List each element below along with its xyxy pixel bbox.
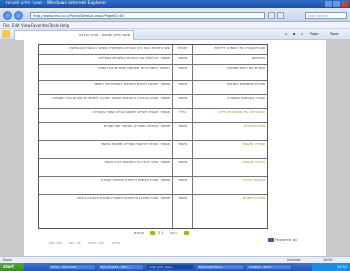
row-description: מסמך: הנחיות להקמת ספרייה מקוונת במוסד [39, 141, 173, 158]
next-arrow-icon[interactable] [184, 231, 189, 235]
table-row[interactable]: מסמך: הנחיות להכנת התוכנית השנתית של המו… [39, 81, 267, 95]
feeds-icon[interactable]: ▪ [293, 32, 295, 36]
page-menu[interactable]: Page [310, 32, 318, 36]
window-titlebar: מאגר מידע תוכניות - Windows Internet Exp… [0, 0, 350, 8]
table-row[interactable]: מסמך: מבנה קבוצות הלמידה ושיטות העבודה מ… [39, 177, 267, 195]
row-type: תוכנית [173, 45, 193, 54]
taskbar-item[interactable]: Inbox - Microsoft... [48, 264, 96, 270]
row-type: מאמר [173, 195, 193, 228]
home-icon[interactable]: ⌂ [285, 32, 287, 36]
row-title[interactable]: תוכנית המפגשים השנתית [193, 81, 267, 94]
row-title[interactable]: ספרייה מקוונת [193, 141, 267, 158]
stop-icon[interactable] [277, 12, 284, 19]
pager-next[interactable]: הבא [170, 231, 177, 235]
start-button[interactable]: start [0, 263, 24, 271]
menu-tools[interactable]: Tools [49, 23, 59, 28]
row-type: מאמר [173, 177, 193, 194]
status-text: Done [3, 258, 12, 262]
row-title[interactable]: הדרכה מקוונת [193, 159, 267, 176]
menu-help[interactable]: Help [60, 23, 69, 28]
row-title[interactable]: תוכנית עבודה על הצמדה לדיגיטל [193, 45, 267, 54]
footer-link-about[interactable]: אודות [112, 241, 120, 245]
row-title[interactable]: קשרים עם רשות מקומית [193, 65, 267, 80]
row-type: מאמר [173, 65, 193, 80]
row-title[interactable]: תוכנית ספרייה [193, 123, 267, 140]
row-description: שם התוכנית הבא היא חוברת המתמקדת בשלבי ה… [39, 45, 173, 54]
maximize-button[interactable] [333, 1, 340, 7]
tab-bar: מאגר מידע תוכניות – מרכז הדרכה ⌂ ▪ ▫ Pag… [0, 29, 350, 40]
taskbar-item[interactable]: untitled - Paint [246, 264, 292, 270]
tools-menu[interactable]: Tools [330, 32, 339, 36]
menu-bar: File Edit View Favorites Tools Help [0, 22, 350, 29]
address-input[interactable]: http://www.cms.co.il/Portal/Default.aspx… [30, 12, 265, 19]
row-title[interactable]: הצטיינות [193, 55, 267, 64]
pager-pages[interactable]: 1 2 [158, 231, 164, 235]
row-description: מסמך: שלבי ההדרכה המקוונת בבית הספר [39, 159, 173, 176]
row-type: כללי [173, 109, 193, 122]
search-input[interactable]: Live Search [305, 12, 347, 19]
table-row[interactable]: מסמך: הנחיות להקמת ספרייה מקוונת במוסד מ… [39, 141, 267, 159]
refresh-icon[interactable] [268, 12, 275, 19]
row-description: מסמך: הנחיות להכנת התוכנית השנתית של המו… [39, 81, 173, 94]
row-type: מאמר [173, 95, 193, 108]
table-row[interactable]: מסמך: מבנה תוכנית הלימודים השנתית ושיטות… [39, 195, 267, 228]
row-title[interactable]: אינטגרציה של טכנולוגיות מידע [193, 109, 267, 122]
row-type: מאמר [173, 55, 193, 64]
row-description: מסמך: מבנה העבודה בקבוצות ושיטות הערכה ל… [39, 95, 173, 108]
window-title: מאגר מידע תוכניות - Windows Internet Exp… [6, 1, 107, 6]
table-row[interactable]: רשימה ראשונית של מפגשים וקשרים עם רשויות… [39, 65, 267, 81]
browser-tab[interactable]: מאגר מידע תוכניות – מרכז הדרכה [14, 30, 134, 40]
print-icon[interactable]: ▫ [301, 32, 303, 36]
row-description: רשימה ראשונית של מפגשים וקשרים עם רשויות [39, 65, 173, 80]
powered-by[interactable]: Powered by [268, 237, 297, 242]
row-title[interactable]: קבוצות למידה [193, 177, 267, 194]
back-icon[interactable] [3, 11, 12, 20]
status-bar: Done Internet 100% [0, 256, 350, 263]
row-description: מסמך: תוכנית לשילוב תקשוב בבית הספר ובקה… [39, 109, 173, 122]
taskbar-item[interactable]: Document1 - Micr... [98, 264, 144, 270]
menu-edit[interactable]: Edit [12, 23, 20, 28]
favorites-star-icon[interactable] [2, 30, 10, 38]
prev-arrow-icon[interactable] [150, 231, 155, 235]
zone-label: Internet [287, 258, 301, 262]
row-title[interactable]: תוכנית לימודים [193, 195, 267, 228]
forward-icon[interactable] [14, 11, 23, 20]
table-row[interactable]: מסמך: שלבי ההדרכה המקוונת בבית הספר מאמר… [39, 159, 267, 177]
minimize-button[interactable] [325, 1, 332, 7]
row-type: מאמר [173, 159, 193, 176]
row-description: מסמך: יש לשלב את התכנים הנלמדים בפעילות [39, 55, 173, 64]
table-row[interactable]: מסמך: תוכנית לשילוב תקשוב בבית הספר ובקה… [39, 109, 267, 123]
taskbar-item[interactable]: Microsoft Excel... [196, 264, 244, 270]
menu-file[interactable]: File [3, 23, 10, 28]
zoom-level[interactable]: 100% [323, 258, 333, 262]
footer-link-contact[interactable]: צור קשר [68, 241, 81, 245]
row-description: מסמך: מבנה קבוצות הלמידה ושיטות העבודה [39, 177, 173, 194]
menu-view[interactable]: View [21, 23, 31, 28]
powered-by-label: Powered by [275, 237, 298, 242]
footer-link-terms[interactable]: תנאי שימוש [88, 241, 104, 245]
footer-link-sitemap[interactable]: מפת אתר [48, 241, 62, 245]
table-row[interactable]: שם התוכנית הבא היא חוברת המתמקדת בשלבי ה… [39, 45, 267, 55]
row-description: מסמך: פעילות הספרייה בשיתוף עם המורים [39, 123, 173, 140]
row-type: מאמר [173, 141, 193, 158]
menu-favorites[interactable]: Favorites [31, 23, 49, 28]
taskbar-item[interactable]: מאגר מידע תוכניו... [146, 264, 194, 270]
logo-icon [268, 238, 274, 242]
close-button[interactable] [341, 1, 348, 7]
address-toolbar: http://www.cms.co.il/Portal/Default.aspx… [0, 8, 350, 22]
table-row[interactable]: מסמך: פעילות הספרייה בשיתוף עם המורים מא… [39, 123, 267, 141]
table-row[interactable]: מסמך: מבנה העבודה בקבוצות ושיטות הערכה ל… [39, 95, 267, 109]
row-description: מסמך: מבנה תוכנית הלימודים השנתית ושיטות… [39, 195, 173, 228]
table-row[interactable]: מסמך: יש לשלב את התכנים הנלמדים בפעילות … [39, 55, 267, 65]
row-title[interactable]: עבודה בקבוצות במסגרת [193, 95, 267, 108]
pager-prev[interactable]: הקודם [134, 231, 144, 235]
system-tray-clock[interactable]: 14:52 [312, 263, 350, 271]
row-type: מאמר [173, 81, 193, 94]
row-type: מאמר [173, 123, 193, 140]
programs-table: שם התוכנית הבא היא חוברת המתמקדת בשלבי ה… [38, 44, 268, 229]
